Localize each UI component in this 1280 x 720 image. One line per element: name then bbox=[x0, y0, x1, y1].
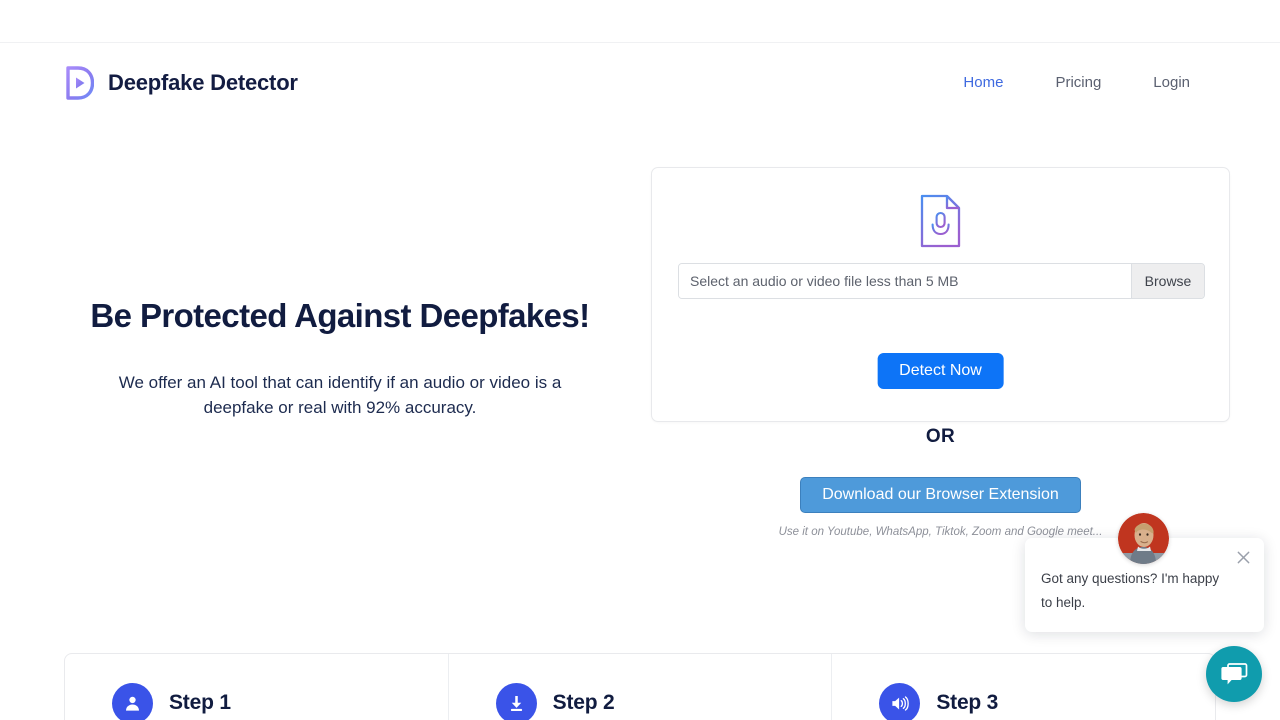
chat-greeting-message: Got any questions? I'm happy to help. bbox=[1041, 571, 1220, 611]
step-label-2: Step 2 bbox=[552, 691, 615, 714]
browse-button[interactable]: Browse bbox=[1131, 264, 1204, 298]
detect-now-button[interactable]: Detect Now bbox=[877, 353, 1004, 389]
nav-item-pricing[interactable]: Pricing bbox=[1029, 68, 1127, 97]
brand-name: Deepfake Detector bbox=[108, 69, 298, 95]
audio-file-microphone-icon bbox=[919, 194, 962, 248]
file-icon-container bbox=[652, 194, 1229, 248]
chat-bubble-icon bbox=[1220, 660, 1248, 688]
chat-launcher-button[interactable] bbox=[1206, 646, 1262, 702]
browser-top-band bbox=[0, 0, 1280, 43]
step-item-3: Step 3 bbox=[831, 654, 1215, 720]
hero-text-block: Be Protected Against Deepfakes! We offer… bbox=[64, 170, 616, 421]
agent-avatar-photo bbox=[1118, 513, 1169, 564]
page-root: Deepfake Detector Home Pricing Login Be … bbox=[0, 0, 1280, 720]
close-icon[interactable] bbox=[1232, 546, 1254, 568]
file-path-input[interactable]: Select an audio or video file less than … bbox=[679, 264, 1131, 298]
nav-item-home[interactable]: Home bbox=[937, 68, 1029, 97]
file-input-group[interactable]: Select an audio or video file less than … bbox=[678, 263, 1205, 299]
steps-section: Step 1 Step 2 Step 3 bbox=[64, 653, 1216, 720]
nav-item-login[interactable]: Login bbox=[1127, 68, 1216, 97]
hero-subtitle: We offer an AI tool that can identify if… bbox=[118, 373, 562, 418]
primary-nav: Home Pricing Login bbox=[937, 43, 1216, 122]
upload-card: Select an audio or video file less than … bbox=[651, 167, 1230, 422]
page-title: Be Protected Against Deepfakes! bbox=[90, 297, 590, 334]
site-header: Deepfake Detector Home Pricing Login bbox=[0, 43, 1280, 122]
user-icon bbox=[112, 682, 153, 720]
step-label-1: Step 1 bbox=[169, 691, 231, 714]
step-item-2: Step 2 bbox=[447, 654, 832, 720]
brand[interactable]: Deepfake Detector bbox=[64, 43, 298, 122]
play-in-d-logo-icon bbox=[64, 65, 95, 100]
step-item-1: Step 1 bbox=[65, 654, 448, 720]
step-label-3: Step 3 bbox=[936, 691, 999, 714]
download-extension-button[interactable]: Download our Browser Extension bbox=[800, 477, 1081, 513]
speaker-volume-icon bbox=[879, 682, 921, 720]
download-icon bbox=[495, 682, 537, 720]
or-divider-label: OR bbox=[925, 426, 956, 447]
